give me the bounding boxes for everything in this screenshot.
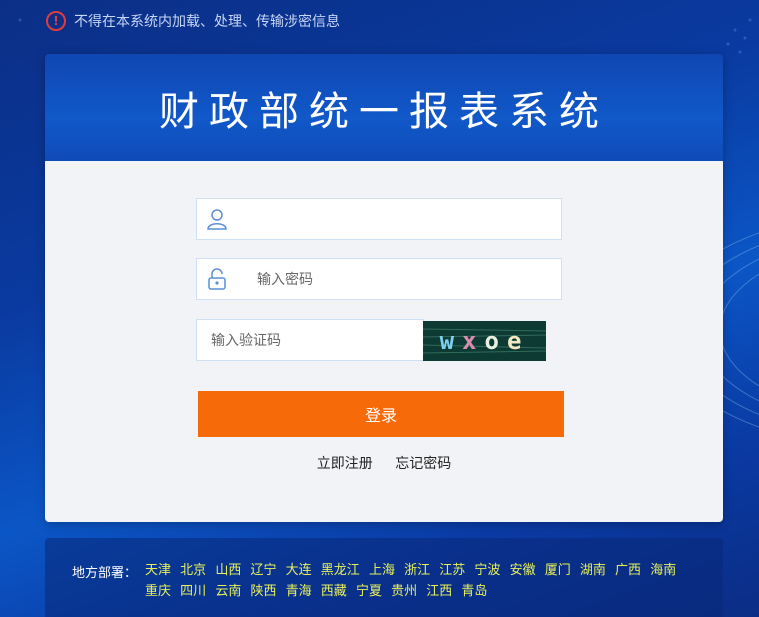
login-panel: 财政部统一报表系统 输入验证码 wxoe 登录 立即注册 忘记密码	[45, 54, 723, 522]
region-link[interactable]: 宁波	[474, 563, 500, 578]
region-link[interactable]: 上海	[369, 563, 395, 578]
regional-deployments-label: 地方部署：	[72, 566, 138, 581]
captcha-char: o	[484, 327, 507, 355]
regional-deployments: 地方部署： 天津 北京 山西 辽宁 大连 黑龙江 上海 浙江 江苏 宁波 安徽 …	[45, 538, 723, 617]
captcha-char: w	[439, 327, 463, 355]
auth-links: 立即注册 忘记密码	[45, 453, 723, 473]
region-link[interactable]: 陕西	[250, 584, 276, 599]
region-link[interactable]: 江西	[426, 584, 452, 599]
region-link[interactable]: 云南	[215, 584, 241, 599]
username-input[interactable]	[245, 199, 549, 241]
region-link[interactable]: 青海	[286, 584, 312, 599]
region-link[interactable]: 大连	[286, 563, 312, 578]
forgot-password-link[interactable]: 忘记密码	[395, 456, 451, 472]
warning-icon: !	[46, 11, 66, 31]
system-title: 财政部统一报表系统	[159, 88, 609, 135]
captcha-input[interactable]	[209, 320, 413, 362]
panel-header: 财政部统一报表系统	[45, 54, 723, 161]
region-link[interactable]: 北京	[180, 563, 206, 578]
region-link[interactable]: 江苏	[439, 563, 465, 578]
password-field[interactable]	[196, 258, 562, 301]
region-link[interactable]: 湖南	[580, 563, 606, 578]
region-link[interactable]: 青岛	[461, 584, 487, 599]
captcha-field[interactable]	[196, 319, 424, 362]
region-link[interactable]: 宁夏	[356, 584, 382, 599]
region-link[interactable]: 辽宁	[250, 563, 276, 578]
region-link[interactable]: 西藏	[321, 584, 347, 599]
login-form: wxoe 登录 立即注册 忘记密码	[45, 161, 723, 522]
region-link[interactable]: 天津	[145, 563, 171, 578]
region-link[interactable]: 海南	[650, 563, 676, 578]
register-link[interactable]: 立即注册	[317, 456, 373, 472]
region-link[interactable]: 浙江	[404, 563, 430, 578]
region-link[interactable]: 山西	[215, 563, 241, 578]
region-link[interactable]: 黑龙江	[321, 563, 360, 578]
security-warning: ! 不得在本系统内加载、处理、传输涉密信息	[46, 10, 340, 32]
user-icon	[207, 209, 227, 230]
captcha-char: x	[462, 327, 485, 355]
region-link[interactable]: 安徽	[510, 563, 536, 578]
region-links: 天津 北京 山西 辽宁 大连 黑龙江 上海 浙江 江苏 宁波 安徽 厦门 湖南 …	[145, 560, 685, 602]
captcha-text: wxoe	[423, 327, 546, 355]
region-link[interactable]: 重庆	[145, 584, 171, 599]
username-field[interactable]	[196, 198, 562, 241]
login-button[interactable]: 登录	[198, 391, 564, 437]
captcha-char: e	[506, 327, 530, 355]
region-link[interactable]: 厦门	[545, 563, 571, 578]
region-link[interactable]: 贵州	[391, 584, 417, 599]
password-input[interactable]	[255, 259, 559, 301]
lock-icon	[208, 268, 226, 290]
security-warning-text: 不得在本系统内加载、处理、传输涉密信息	[74, 14, 340, 30]
captcha-image[interactable]: wxoe	[423, 321, 546, 361]
region-link[interactable]: 四川	[180, 584, 206, 599]
region-link[interactable]: 广西	[615, 563, 641, 578]
